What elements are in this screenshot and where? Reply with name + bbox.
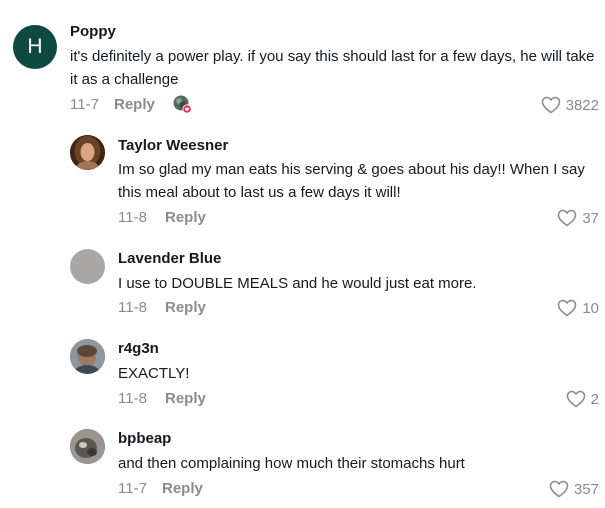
like-button[interactable]: 357 [549, 480, 599, 498]
reply-button[interactable]: Reply [165, 390, 206, 407]
heart-icon [566, 390, 585, 408]
like-count: 357 [573, 480, 599, 498]
like-count: 10 [582, 299, 599, 317]
comment-username[interactable]: bpbeap [118, 430, 171, 447]
like-button[interactable]: 10 [557, 299, 599, 317]
comment-date: 11-7 [70, 96, 99, 113]
comment-text: it's definitely a power play. if you say… [70, 48, 595, 88]
reply-button[interactable]: Reply [114, 96, 155, 113]
like-count: 3822 [565, 96, 599, 114]
comment-text: I use to DOUBLE MEALS and he would just … [118, 275, 477, 292]
like-button[interactable]: 37 [557, 209, 599, 227]
reply-button[interactable]: Reply [162, 480, 203, 497]
avatar[interactable] [70, 339, 105, 374]
reply-button[interactable]: Reply [165, 299, 206, 316]
avatar[interactable] [70, 135, 105, 170]
avatar[interactable] [70, 429, 105, 464]
heart-icon [541, 96, 560, 114]
comment-username[interactable]: Lavender Blue [118, 250, 221, 267]
comment-date: 11-8 [118, 390, 147, 407]
heart-icon [558, 209, 577, 227]
heart-icon [549, 480, 569, 498]
heart-icon [558, 299, 577, 317]
comment-text: Im so glad my man eats his serving & goe… [118, 161, 585, 201]
like-count: 2 [590, 390, 599, 408]
comment-username[interactable]: Poppy [70, 23, 116, 40]
avatar-letter: H [27, 35, 43, 58]
comment-date: 11-8 [118, 299, 147, 316]
comment-date: 11-7 [118, 480, 147, 497]
creator-liked-icon [173, 95, 192, 114]
comment-username[interactable]: Taylor Weesner [118, 137, 228, 154]
comment-date: 11-8 [118, 209, 147, 226]
like-count: 37 [582, 209, 599, 227]
like-button[interactable]: 2 [566, 390, 599, 408]
comment-text: and then complaining how much their stom… [118, 455, 465, 472]
avatar[interactable]: H [13, 25, 57, 69]
reply-button[interactable]: Reply [165, 209, 206, 226]
avatar[interactable] [70, 249, 105, 284]
like-button[interactable]: 3822 [541, 96, 599, 114]
comment-text: EXACTLY! [118, 365, 190, 382]
comment-username[interactable]: r4g3n [118, 340, 159, 357]
